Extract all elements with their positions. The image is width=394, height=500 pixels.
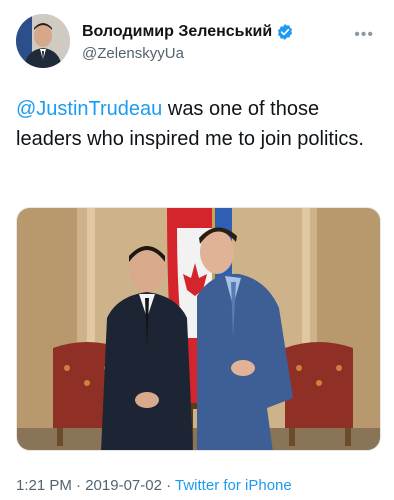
meta-separator: · [71,477,86,494]
author-names: Володимир Зеленський @ZelenskyyUa [82,22,294,64]
author-display-name-row[interactable]: Володимир Зеленський [82,22,294,42]
tweet-source[interactable]: Twitter for iPhone [175,477,292,494]
tweet-header: Володимир Зеленський @ZelenskyyUa ••• [16,14,378,70]
more-horizontal-icon[interactable]: ••• [354,26,374,44]
author-display-name[interactable]: Володимир Зеленський [82,22,272,42]
tweet-date[interactable]: 2019-07-02 [85,477,162,494]
tweet-time[interactable]: 1:21 PM [16,477,72,494]
verified-badge-icon [276,23,294,41]
avatar-photo [16,14,70,68]
photo-illustration [17,208,380,450]
mention-link[interactable]: @JustinTrudeau [16,98,162,120]
author-handle[interactable]: @ZelenskyyUa [82,44,294,64]
meta-separator: · [161,477,176,494]
author-avatar[interactable] [16,14,70,68]
tweet-text: @JustinTrudeau was one of those leaders … [16,94,378,154]
tweet-photo[interactable] [16,207,381,451]
tweet-meta: 1:21 PM · 2019-07-02 · Twitter for iPhon… [16,476,292,496]
